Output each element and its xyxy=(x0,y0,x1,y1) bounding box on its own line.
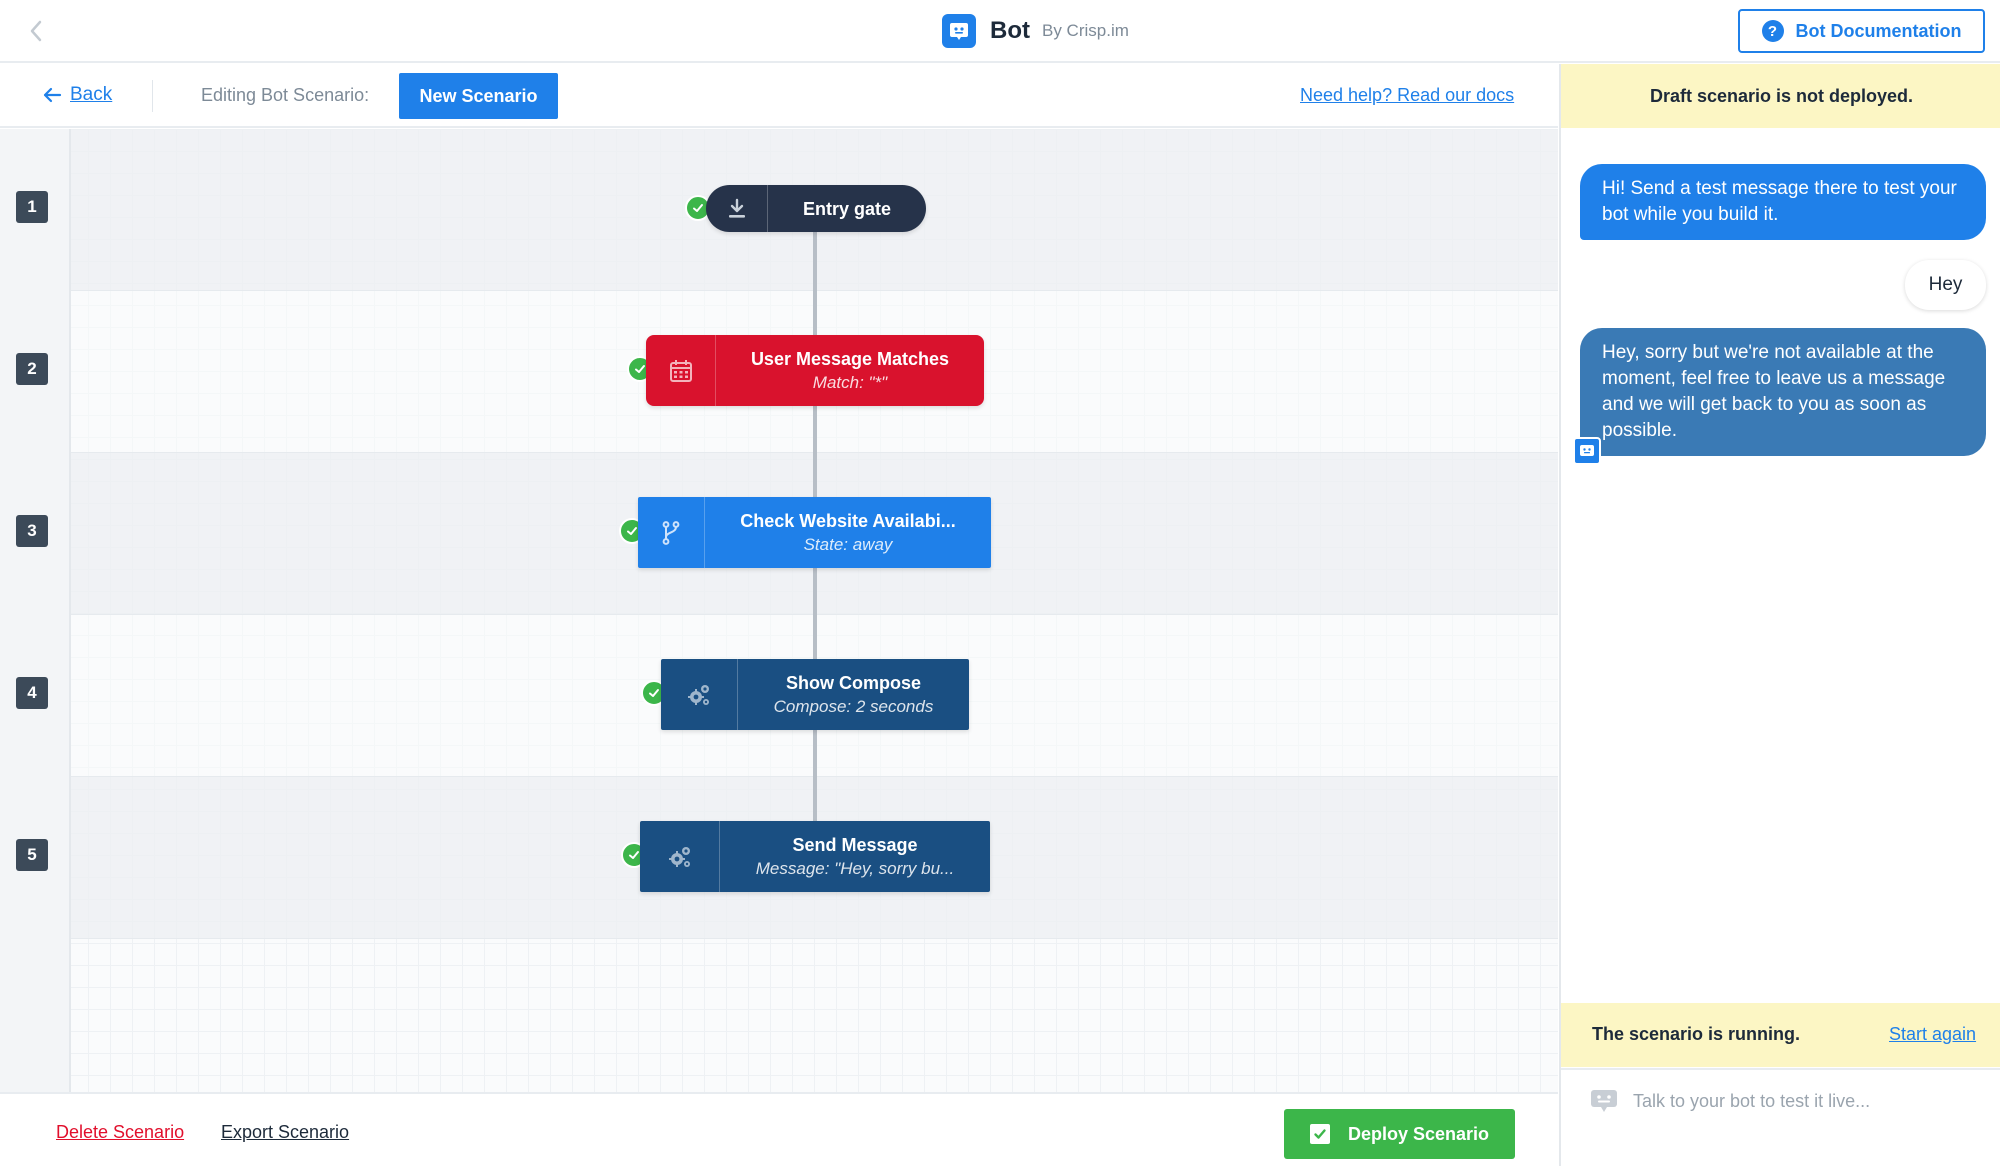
draft-status-banner: Draft scenario is not deployed. xyxy=(1561,64,2000,128)
arrow-left-icon xyxy=(43,87,62,103)
help-docs-link[interactable]: Need help? Read our docs xyxy=(1300,85,1514,106)
node-title: Entry gate xyxy=(802,198,892,219)
scenario-name-button[interactable]: New Scenario xyxy=(399,73,558,119)
node-title: Send Message xyxy=(792,834,918,855)
node-check-website-availability[interactable]: Check Website Availabi... State: away xyxy=(638,497,991,568)
node-user-message-matches[interactable]: User Message Matches Match: "*" xyxy=(646,335,984,406)
chat-test-input[interactable] xyxy=(1633,1084,1983,1118)
node-subtitle: Match: "*" xyxy=(812,372,888,392)
export-scenario-link[interactable]: Export Scenario xyxy=(221,1122,349,1143)
bot-logo-icon xyxy=(942,14,976,48)
delete-scenario-link[interactable]: Delete Scenario xyxy=(56,1122,184,1143)
node-show-compose[interactable]: Show Compose Compose: 2 seconds xyxy=(661,659,969,730)
editing-label: Editing Bot Scenario: xyxy=(201,85,370,105)
bot-documentation-button[interactable]: ? Bot Documentation xyxy=(1738,9,1985,53)
node-title: Show Compose xyxy=(785,672,921,693)
row-number: 4 xyxy=(16,677,48,709)
node-subtitle: Compose: 2 seconds xyxy=(773,696,934,716)
deploy-scenario-button[interactable]: Deploy Scenario xyxy=(1284,1109,1515,1159)
brand: Bot By Crisp.im xyxy=(942,12,1129,50)
back-label: Back xyxy=(70,84,113,105)
deploy-scenario-label: Deploy Scenario xyxy=(1347,1123,1490,1144)
start-again-link[interactable]: Start again xyxy=(1889,1024,1976,1045)
running-status-text: The scenario is running. xyxy=(1592,1024,1801,1044)
node-subtitle: State: away xyxy=(803,534,893,554)
chat-composer xyxy=(1561,1068,2000,1166)
row-number: 5 xyxy=(16,839,48,871)
bot-documentation-label: Bot Documentation xyxy=(1795,20,1962,41)
bot-message-bubble: Hey, sorry but we're not available at th… xyxy=(1580,328,1986,456)
brand-by: By Crisp.im xyxy=(1041,21,1129,40)
gears-icon xyxy=(640,821,720,892)
node-subtitle: Message: "Hey, sorry bu... xyxy=(755,858,955,878)
node-entry-gate[interactable]: Entry gate xyxy=(706,185,926,232)
editor-toolbar: Back Editing Bot Scenario: New Scenario … xyxy=(0,64,1558,128)
node-title: Check Website Availabi... xyxy=(740,510,956,531)
question-icon: ? xyxy=(1761,20,1784,42)
bot-message-bubble: Hi! Send a test message there to test yo… xyxy=(1580,164,1986,240)
bot-chat-icon xyxy=(1591,1090,1617,1112)
top-bar: Bot By Crisp.im ? Bot Documentation xyxy=(0,0,2000,63)
row-number: 1 xyxy=(16,191,48,223)
test-chat-panel: Draft scenario is not deployed. Hi! Send… xyxy=(1559,64,2000,1166)
checkbox-icon xyxy=(1309,1124,1330,1144)
scenario-running-banner: The scenario is running. Start again xyxy=(1561,1003,2000,1067)
top-back-button[interactable] xyxy=(22,14,50,48)
bot-avatar-icon xyxy=(1573,437,1601,465)
chevron-left-icon xyxy=(30,20,42,42)
back-link[interactable]: Back xyxy=(42,84,112,106)
row-number: 3 xyxy=(16,515,48,547)
calendar-icon xyxy=(646,335,716,406)
scenario-canvas[interactable]: 1 2 3 4 5 Entry gate User Message Matche… xyxy=(0,129,1558,1092)
row-gutter: 1 2 3 4 5 xyxy=(0,129,71,1092)
branch-icon xyxy=(638,497,705,568)
divider xyxy=(152,80,153,112)
row-number: 2 xyxy=(16,353,48,385)
brand-name: Bot xyxy=(990,17,1030,44)
gears-icon xyxy=(661,659,738,730)
scenario-actions-bar: Delete Scenario Export Scenario Deploy S… xyxy=(0,1092,1558,1166)
node-title: User Message Matches xyxy=(750,348,950,369)
user-message-bubble: Hey xyxy=(1905,260,1986,310)
download-icon xyxy=(706,185,768,232)
node-send-message[interactable]: Send Message Message: "Hey, sorry bu... xyxy=(640,821,990,892)
